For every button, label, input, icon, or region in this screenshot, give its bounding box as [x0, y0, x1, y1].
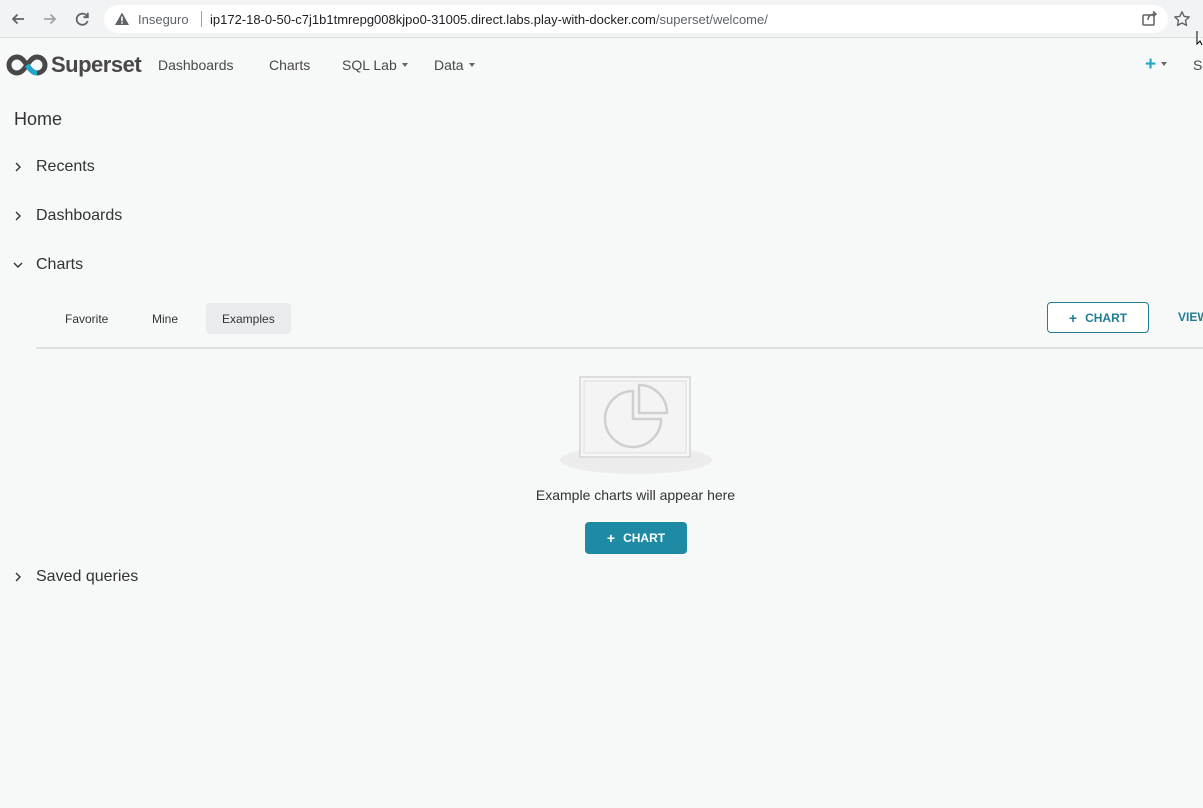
empty-add-chart-button[interactable]: + CHART	[585, 522, 687, 554]
section-label: Dashboards	[36, 207, 123, 224]
share-icon[interactable]	[1141, 10, 1158, 27]
empty-chart-illustration-icon	[560, 376, 712, 474]
nav-data-label: Data	[434, 57, 464, 73]
tab-examples[interactable]: Examples	[206, 303, 291, 334]
brand-name: Superset	[51, 52, 142, 77]
caret-down-icon	[1161, 61, 1168, 66]
back-button[interactable]	[8, 9, 28, 29]
settings-menu[interactable]: S	[1193, 57, 1202, 73]
nav-sql-lab[interactable]: SQL Lab	[342, 57, 408, 73]
plus-icon: +	[1068, 309, 1078, 326]
empty-add-chart-label: CHART	[623, 531, 666, 545]
view-all-button[interactable]: VIEW	[1178, 310, 1203, 324]
superset-logo-icon	[6, 54, 48, 76]
plus-icon: +	[1145, 54, 1157, 75]
empty-state-message: Example charts will appear here	[535, 487, 736, 503]
browser-toolbar: Inseguro ip172-18-0-50-c7j1b1tmrepg008kj…	[0, 0, 1203, 38]
security-status[interactable]: Inseguro	[138, 12, 189, 27]
section-dashboards[interactable]: Dashboards	[12, 205, 122, 227]
app-navbar: Superset Dashboards Charts SQL Lab Data …	[0, 38, 1203, 92]
add-chart-button[interactable]: + CHART	[1047, 302, 1149, 333]
nav-dashboards[interactable]: Dashboards	[158, 57, 234, 73]
caret-down-icon	[401, 63, 408, 68]
address-bar[interactable]: Inseguro ip172-18-0-50-c7j1b1tmrepg008kj…	[104, 5, 1168, 33]
chevron-right-icon	[15, 162, 21, 172]
section-label: Recents	[36, 158, 95, 175]
section-label: Charts	[36, 256, 84, 273]
section-saved-queries[interactable]: Saved queries	[12, 566, 138, 588]
star-icon[interactable]	[1173, 10, 1191, 28]
plus-icon: +	[606, 530, 616, 546]
url-path: /superset/welcome/	[655, 12, 768, 27]
reload-icon	[75, 12, 89, 26]
address-separator	[201, 11, 202, 27]
caret-down-icon	[468, 63, 475, 68]
section-charts[interactable]: Charts	[12, 254, 83, 276]
chevron-right-icon	[15, 211, 21, 221]
section-label: Saved queries	[36, 568, 139, 585]
add-chart-label: CHART	[1085, 310, 1128, 325]
chevron-down-icon	[13, 262, 23, 268]
superset-logo[interactable]: Superset	[6, 52, 142, 78]
tab-favorite[interactable]: Favorite	[49, 303, 124, 334]
forward-button[interactable]	[40, 9, 60, 29]
warning-icon	[115, 12, 129, 25]
nav-data[interactable]: Data	[434, 57, 475, 73]
tabs-divider	[36, 347, 1203, 349]
arrow-right-icon	[44, 13, 57, 25]
page-title: Home	[14, 109, 63, 129]
arrow-left-icon	[11, 13, 24, 25]
section-recents[interactable]: Recents	[12, 156, 95, 178]
chevron-right-icon	[15, 572, 21, 582]
url-text[interactable]: ip172-18-0-50-c7j1b1tmrepg008kjpo0-31005…	[210, 12, 768, 27]
nav-sql-lab-label: SQL Lab	[342, 57, 397, 73]
new-item-menu[interactable]: +	[1145, 54, 1168, 75]
url-host: ip172-18-0-50-c7j1b1tmrepg008kjpo0-31005…	[210, 12, 656, 27]
reload-button[interactable]	[72, 9, 92, 29]
nav-charts[interactable]: Charts	[269, 57, 310, 73]
tab-mine[interactable]: Mine	[136, 303, 194, 334]
